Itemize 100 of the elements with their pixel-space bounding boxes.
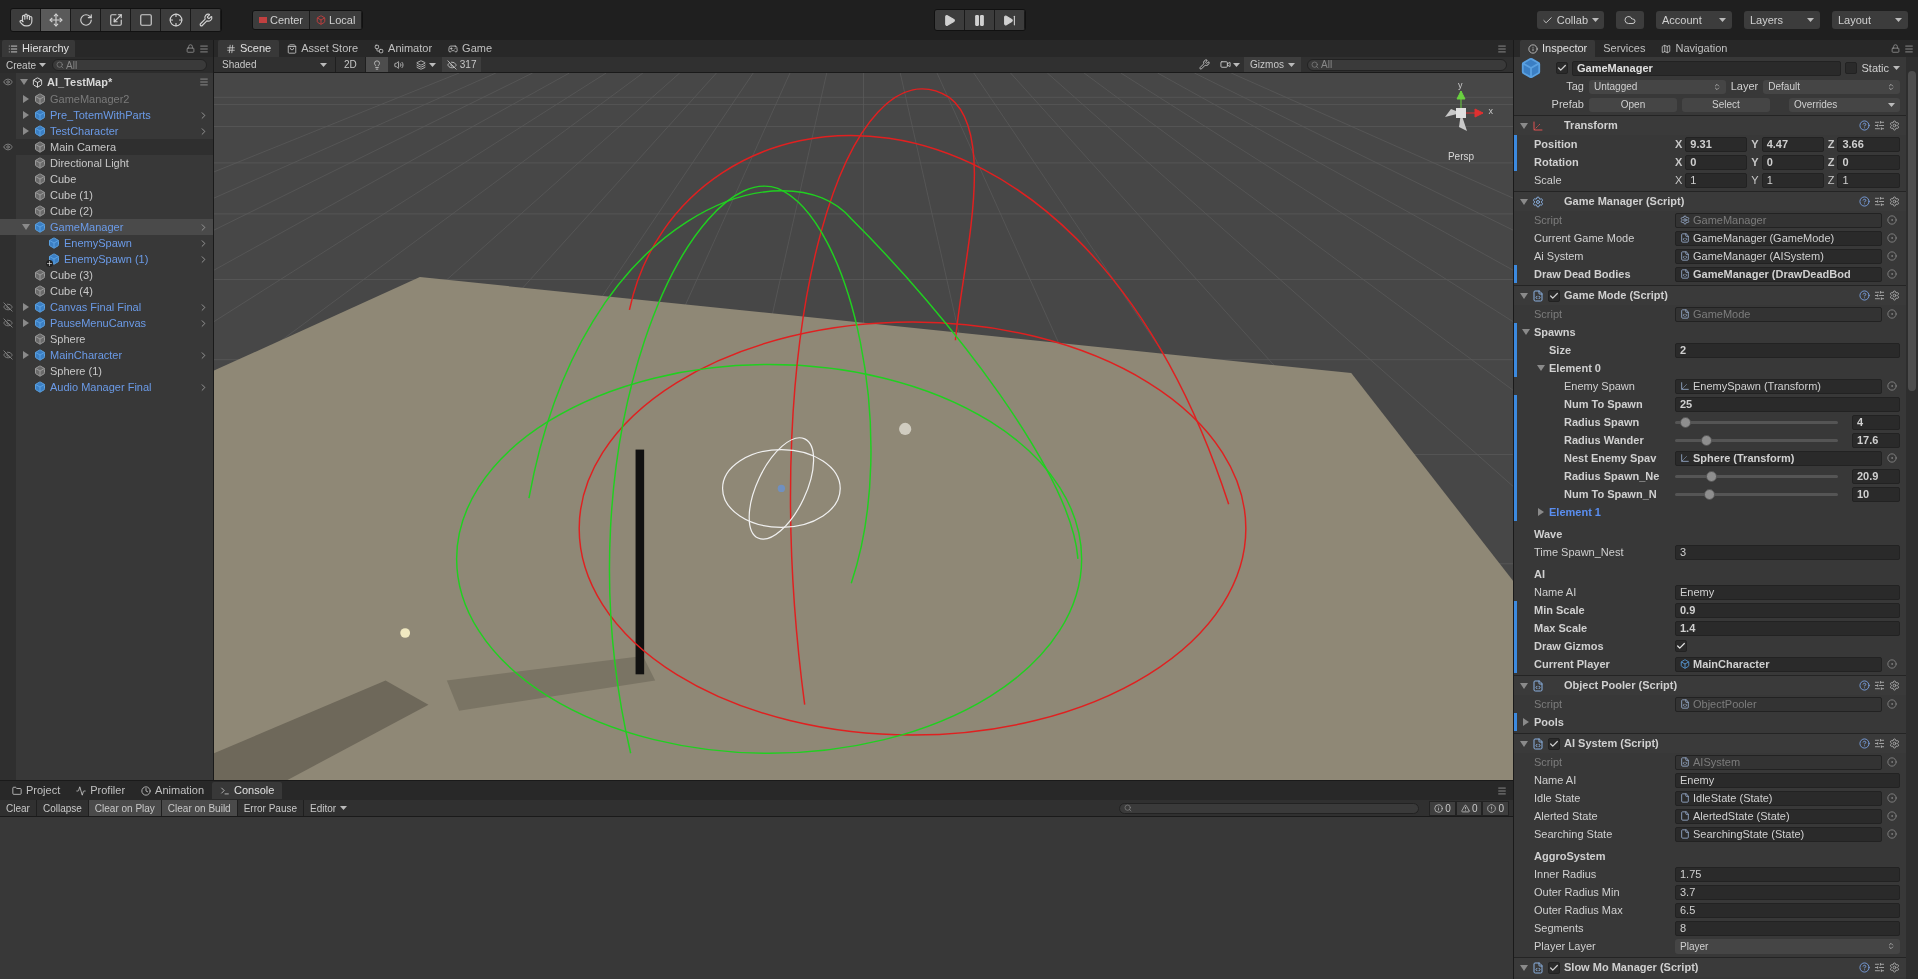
value-field[interactable]: 1	[1761, 172, 1824, 188]
sliders-icon[interactable]	[1874, 290, 1885, 301]
object-field[interactable]: Sphere (Transform)	[1675, 450, 1882, 466]
hierarchy-item[interactable]: MainCharacter	[0, 347, 213, 363]
object-field[interactable]: AlertedState (State)	[1675, 808, 1882, 824]
object-field[interactable]: EnemySpawn (Transform)	[1675, 378, 1882, 394]
menu-dropdown[interactable]: Account	[1656, 11, 1732, 29]
value-field[interactable]: 2	[1675, 342, 1900, 358]
hidden-objects-toggle[interactable]: 317	[441, 57, 482, 72]
target-icon[interactable]	[1887, 233, 1897, 243]
value-field[interactable]: Enemy	[1675, 584, 1900, 600]
hierarchy-item[interactable]: Directional Light	[0, 155, 213, 171]
target-icon[interactable]	[1887, 453, 1897, 463]
target-icon[interactable]	[1887, 699, 1897, 709]
value-field[interactable]: 1	[1837, 172, 1900, 188]
value-field[interactable]: 4	[1852, 414, 1900, 430]
value-field[interactable]: 17.6	[1852, 432, 1900, 448]
panel-tab[interactable]: Profiler	[68, 782, 134, 799]
panel-tab[interactable]: Console	[212, 782, 283, 799]
target-icon[interactable]	[1887, 251, 1897, 261]
hierarchy-item[interactable]: Cube (4)	[0, 283, 213, 299]
cloud-button[interactable]	[1616, 11, 1644, 29]
eye-off-icon[interactable]	[3, 302, 13, 312]
settings-icon[interactable]	[1889, 962, 1900, 973]
hierarchy-item[interactable]: Audio Manager Final	[0, 379, 213, 395]
menu-icon[interactable]	[199, 43, 209, 54]
target-icon[interactable]	[1887, 811, 1897, 821]
foldout-triangle-icon[interactable]	[1537, 508, 1545, 516]
panel-tab[interactable]: Project	[4, 782, 69, 799]
slider-thumb[interactable]	[1679, 416, 1691, 428]
hierarchy-item[interactable]: Cube (3)	[0, 267, 213, 283]
console-toggle[interactable]: Collapse	[36, 800, 89, 816]
panel-tab[interactable]: Hierarchy	[2, 40, 76, 57]
value-field[interactable]: 25	[1675, 396, 1900, 412]
menu-dropdown[interactable]: Layers	[1744, 11, 1820, 29]
prefab-button[interactable]: Overrides	[1789, 97, 1900, 112]
search-field[interactable]: All	[52, 59, 207, 71]
sliders-icon[interactable]	[1874, 680, 1885, 691]
lock-icon[interactable]	[186, 44, 195, 53]
editor-dropdown[interactable]: Editor	[304, 800, 354, 816]
value-field[interactable]: 1.75	[1675, 866, 1900, 882]
settings-icon[interactable]	[1889, 290, 1900, 301]
dropdown[interactable]: Player	[1675, 938, 1900, 954]
pause-button[interactable]	[965, 10, 996, 30]
value-field[interactable]: 1.4	[1675, 620, 1900, 636]
prefab-button[interactable]: Select	[1682, 97, 1770, 112]
step-button[interactable]	[995, 10, 1026, 30]
prefab-button[interactable]: Open	[1589, 97, 1677, 112]
object-field[interactable]: SearchingState (State)	[1675, 826, 1882, 842]
menu-dropdown[interactable]: Layout	[1832, 11, 1908, 29]
object-field[interactable]: GameManager (DrawDeadBod	[1675, 266, 1882, 282]
help-icon[interactable]	[1859, 680, 1870, 691]
value-field[interactable]: 10	[1852, 486, 1900, 502]
slider-thumb[interactable]	[1704, 488, 1716, 500]
object-field[interactable]: GameManager (GameMode)	[1675, 230, 1882, 246]
help-icon[interactable]	[1859, 196, 1870, 207]
target-icon[interactable]	[1887, 757, 1897, 767]
target-icon[interactable]	[1887, 309, 1897, 319]
tool-button[interactable]	[41, 9, 71, 31]
foldout-triangle-icon[interactable]	[1520, 197, 1528, 206]
hierarchy-item[interactable]: Cube (2)	[0, 203, 213, 219]
create-dropdown[interactable]: Create	[6, 57, 46, 73]
settings-icon[interactable]	[1889, 738, 1900, 749]
target-icon[interactable]	[1887, 659, 1897, 669]
help-icon[interactable]	[1859, 738, 1870, 749]
hierarchy-item[interactable]: Canvas Final Final	[0, 299, 213, 315]
play-button[interactable]	[935, 10, 966, 30]
value-field[interactable]: 0	[1761, 154, 1824, 170]
value-field[interactable]: 3.66	[1837, 136, 1900, 152]
hierarchy-item[interactable]: PauseMenuCanvas	[0, 315, 213, 331]
eye-icon[interactable]	[3, 142, 13, 152]
log-count-toggle[interactable]: 0	[1455, 800, 1483, 816]
target-icon[interactable]	[1887, 793, 1897, 803]
lock-icon[interactable]	[1891, 44, 1900, 53]
value-field[interactable]: 3	[1675, 544, 1900, 560]
foldout-triangle-icon[interactable]	[22, 111, 30, 119]
tool-button[interactable]	[161, 9, 191, 31]
tool-button[interactable]	[101, 9, 131, 31]
foldout-label[interactable]: Element 1	[1549, 503, 1601, 521]
tool-button[interactable]	[71, 9, 101, 31]
sliders-icon[interactable]	[1874, 120, 1885, 131]
gizmos-dropdown[interactable]: Gizmos	[1244, 57, 1301, 72]
foldout-label[interactable]: Spawns	[1534, 323, 1576, 341]
2d-toggle[interactable]: 2D	[336, 57, 366, 72]
sliders-icon[interactable]	[1874, 738, 1885, 749]
menu-icon[interactable]	[1497, 785, 1507, 796]
layer-dropdown[interactable]: Default	[1763, 79, 1900, 94]
tag-dropdown[interactable]: Untagged	[1589, 79, 1726, 94]
panel-tab[interactable]: Inspector	[1520, 40, 1596, 57]
eye-off-icon[interactable]	[3, 318, 13, 328]
value-field[interactable]: 8	[1675, 920, 1900, 936]
log-count-toggle[interactable]: 0	[1429, 800, 1456, 816]
settings-icon[interactable]	[1889, 680, 1900, 691]
panel-tab[interactable]: Services	[1595, 40, 1654, 57]
eye-icon[interactable]	[3, 77, 13, 87]
pivot-button[interactable]: Center	[253, 11, 311, 29]
panel-tab[interactable]: Game	[440, 40, 501, 57]
foldout-triangle-icon[interactable]	[1520, 681, 1528, 690]
target-icon[interactable]	[1887, 829, 1897, 839]
help-icon[interactable]	[1859, 290, 1870, 301]
